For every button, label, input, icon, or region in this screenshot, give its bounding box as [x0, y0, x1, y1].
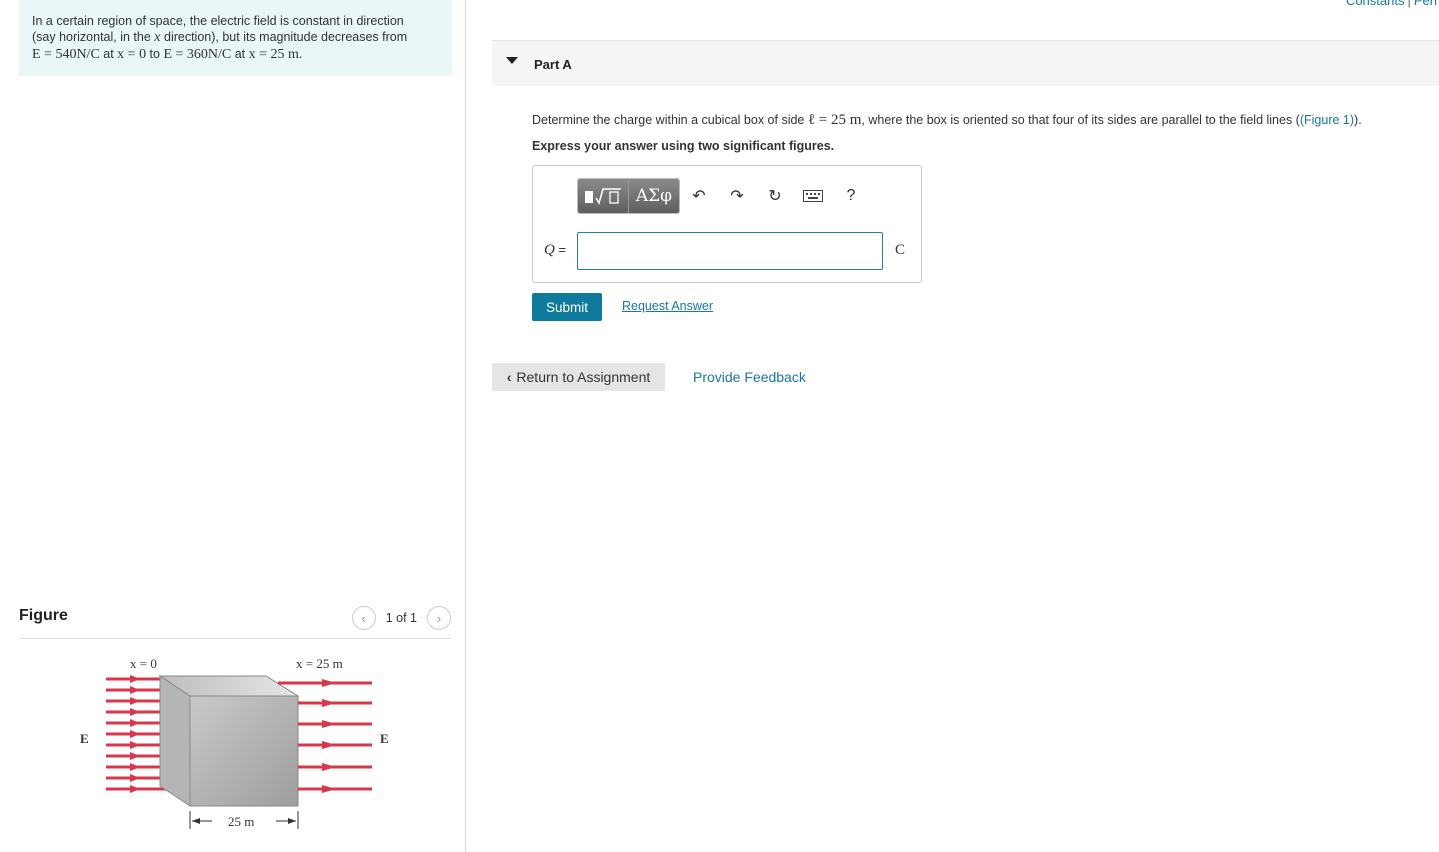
- figure-pager: ‹ 1 of 1 ›: [351, 606, 451, 630]
- cube-box: [158, 675, 300, 807]
- label-x-twentyfive: x = 25 m: [296, 656, 343, 671]
- question-math: ℓ = 25 m: [807, 112, 862, 128]
- answer-unit: C: [895, 242, 906, 258]
- request-answer-link[interactable]: Request Answer: [622, 299, 713, 313]
- templates-icon[interactable]: [578, 179, 628, 213]
- intro-text: .: [298, 47, 303, 61]
- intro-pos-1: x = 0: [117, 47, 147, 62]
- answer-box: ΑΣφ ↶ ↷ ↻ ? Q = C: [532, 165, 922, 283]
- figure-header: Figure ‹ 1 of 1 ›: [19, 604, 451, 639]
- math-toolbar: ΑΣφ ↶ ↷ ↻ ?: [577, 178, 870, 214]
- figure-link[interactable]: (Figure 1): [1300, 113, 1354, 127]
- submit-button[interactable]: Submit: [532, 293, 602, 321]
- periodic-table-link[interactable]: Peri: [1414, 0, 1437, 8]
- question-segment: Determine the charge within a cubical bo…: [532, 113, 808, 127]
- intro-line-3: E = 540N/C at x = 0 to E = 360N/C at x =…: [32, 46, 440, 63]
- intro-text: direction), but its magnitude decreases …: [160, 30, 408, 44]
- label-x-zero: x = 0: [130, 656, 157, 671]
- answer-input[interactable]: [577, 232, 883, 270]
- chevron-left-icon[interactable]: ‹: [351, 606, 376, 630]
- header-separator: |: [1407, 0, 1411, 8]
- intro-text: (say horizontal, in the: [32, 30, 155, 44]
- help-button[interactable]: ?: [832, 179, 870, 213]
- intro-text: at: [99, 47, 118, 61]
- chevron-left-icon: ‹: [506, 369, 512, 385]
- part-a-header[interactable]: Part A: [492, 40, 1439, 86]
- question-segment: ).: [1354, 113, 1362, 127]
- answer-equals: =: [554, 242, 567, 257]
- intro-text: at: [231, 47, 249, 61]
- top-links: Constants | Peri: [1346, 0, 1437, 8]
- figure-title: Figure: [19, 607, 68, 624]
- redo-icon[interactable]: ↷: [718, 179, 756, 213]
- pager-count: 1 of 1: [385, 611, 417, 625]
- chevron-right-icon[interactable]: ›: [427, 606, 451, 630]
- undo-icon[interactable]: ↶: [680, 179, 718, 213]
- intro-line-2: (say horizontal, in the x direction), bu…: [32, 29, 440, 46]
- greek-symbols-button[interactable]: ΑΣφ: [628, 179, 679, 213]
- part-title: Part A: [534, 57, 572, 72]
- provide-feedback-link[interactable]: Provide Feedback: [693, 369, 806, 385]
- intro-field-2: E = 360N/C: [163, 47, 232, 62]
- intro-line-1: In a certain region of space, the electr…: [32, 14, 404, 28]
- answer-variable: Q: [544, 242, 555, 258]
- problem-intro: In a certain region of space, the electr…: [19, 0, 452, 76]
- question-segment: , where the box is oriented so that four…: [861, 113, 1300, 127]
- label-e-left: E: [80, 731, 89, 746]
- instruction-text: Express your answer using two significan…: [532, 139, 835, 153]
- intro-field-1: E = 540N/C: [32, 47, 100, 62]
- return-to-assignment-button[interactable]: ‹ Return to Assignment: [492, 363, 665, 391]
- keyboard-icon[interactable]: [794, 179, 832, 213]
- label-e-right: E: [380, 731, 389, 746]
- intro-text: to: [146, 47, 164, 61]
- constants-link[interactable]: Constants: [1346, 0, 1405, 8]
- panel-divider: [465, 0, 466, 852]
- question-text: Determine the charge within a cubical bo…: [532, 112, 1362, 129]
- figure-illustration: x = 0 x = 25 m E E 25 m: [80, 656, 389, 829]
- answer-label: Q =: [544, 242, 566, 259]
- caret-down-icon[interactable]: [506, 57, 518, 64]
- toolbar-button-group: ΑΣφ: [577, 178, 680, 214]
- reset-icon[interactable]: ↻: [756, 179, 794, 213]
- intro-pos-2: x = 25 m: [248, 47, 299, 62]
- label-width: 25 m: [228, 814, 254, 829]
- return-label: Return to Assignment: [516, 369, 651, 385]
